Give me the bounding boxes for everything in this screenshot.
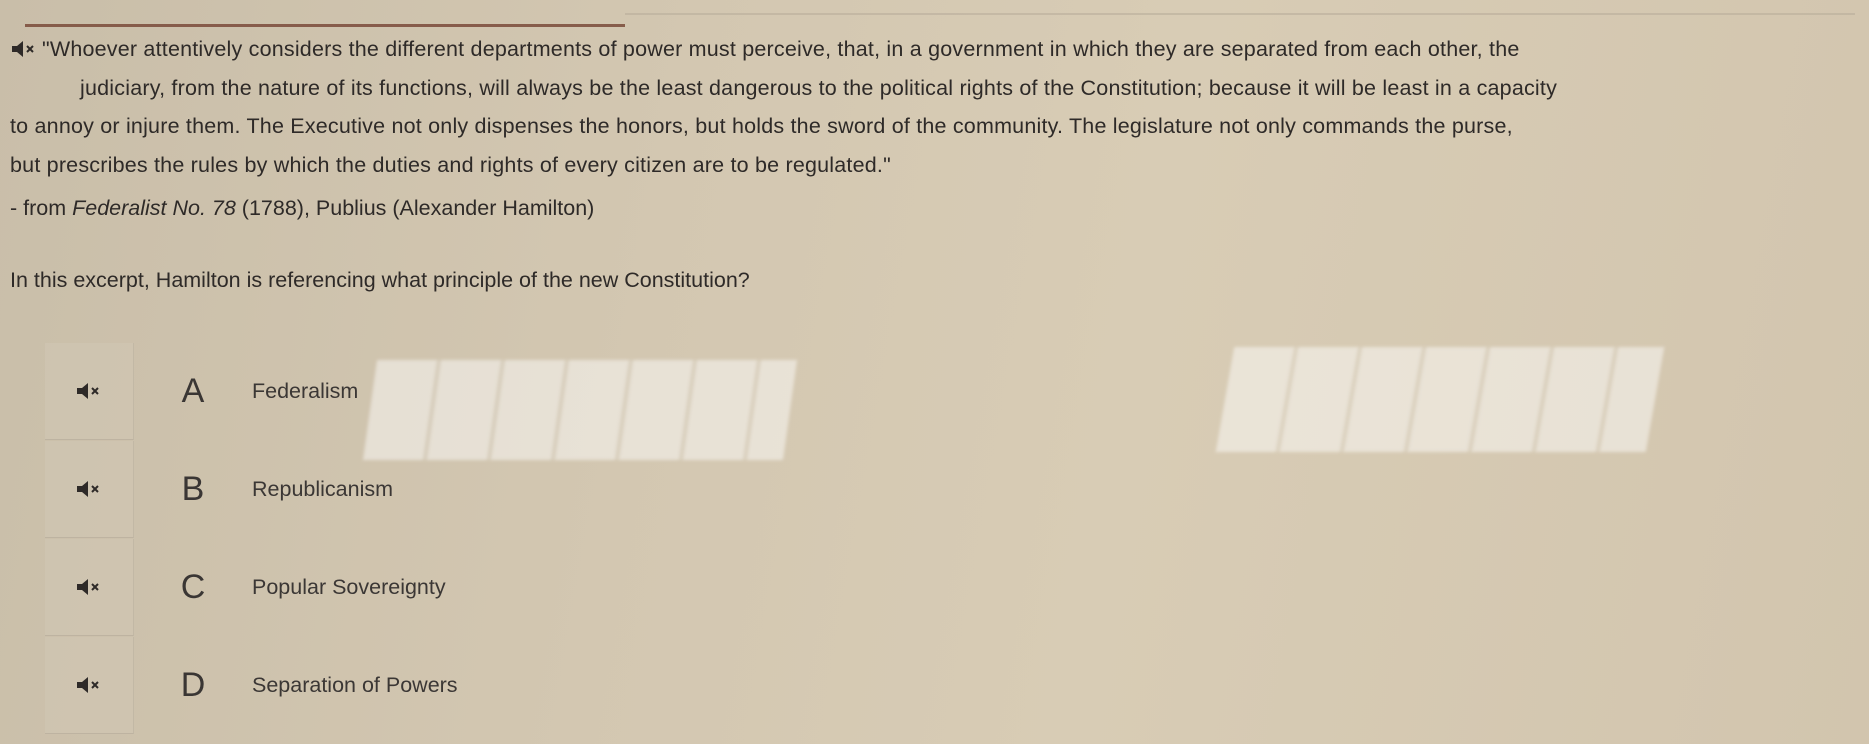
passage: "Whoever attentively considers the diffe… — [10, 30, 1850, 184]
light-glare-left — [362, 360, 798, 460]
choice-c[interactable]: C Popular Sovereignty — [45, 538, 1869, 636]
citation: - from Federalist No. 78 (1788), Publius… — [10, 196, 595, 220]
choice-b-letter: B — [181, 469, 205, 508]
choice-c-text: Popular Sovereignty — [252, 574, 446, 599]
passage-speaker-icon[interactable] — [10, 38, 38, 60]
choice-d-text: Separation of Powers — [252, 672, 458, 697]
light-glare-right — [1215, 347, 1665, 452]
choice-a-speaker-icon[interactable] — [45, 342, 134, 440]
choice-d[interactable]: D Separation of Powers — [45, 636, 1869, 734]
top-divider — [25, 24, 625, 27]
choice-b-text: Republicanism — [252, 476, 394, 501]
choice-a-letter: A — [181, 371, 205, 410]
passage-line-4: but prescribes the rules by which the du… — [10, 152, 891, 177]
choice-d-speaker-icon[interactable] — [45, 636, 134, 734]
choice-c-letter: C — [180, 567, 206, 606]
passage-line-3: to annoy or injure them. The Executive n… — [10, 114, 1513, 138]
top-divider-faint — [625, 13, 1855, 15]
choice-d-letter: D — [180, 665, 206, 704]
choice-b-speaker-icon[interactable] — [45, 440, 134, 538]
citation-work: Federalist No. 78 — [72, 196, 236, 220]
choice-c-speaker-icon[interactable] — [45, 538, 134, 636]
choice-b[interactable]: B Republicanism — [45, 440, 1869, 538]
passage-line-2: judiciary, from the nature of its functi… — [80, 75, 1558, 100]
passage-line-1: "Whoever attentively considers the diffe… — [10, 30, 1850, 69]
choice-a-text: Federalism — [252, 378, 359, 403]
question-text: In this excerpt, Hamilton is referencing… — [10, 268, 750, 292]
